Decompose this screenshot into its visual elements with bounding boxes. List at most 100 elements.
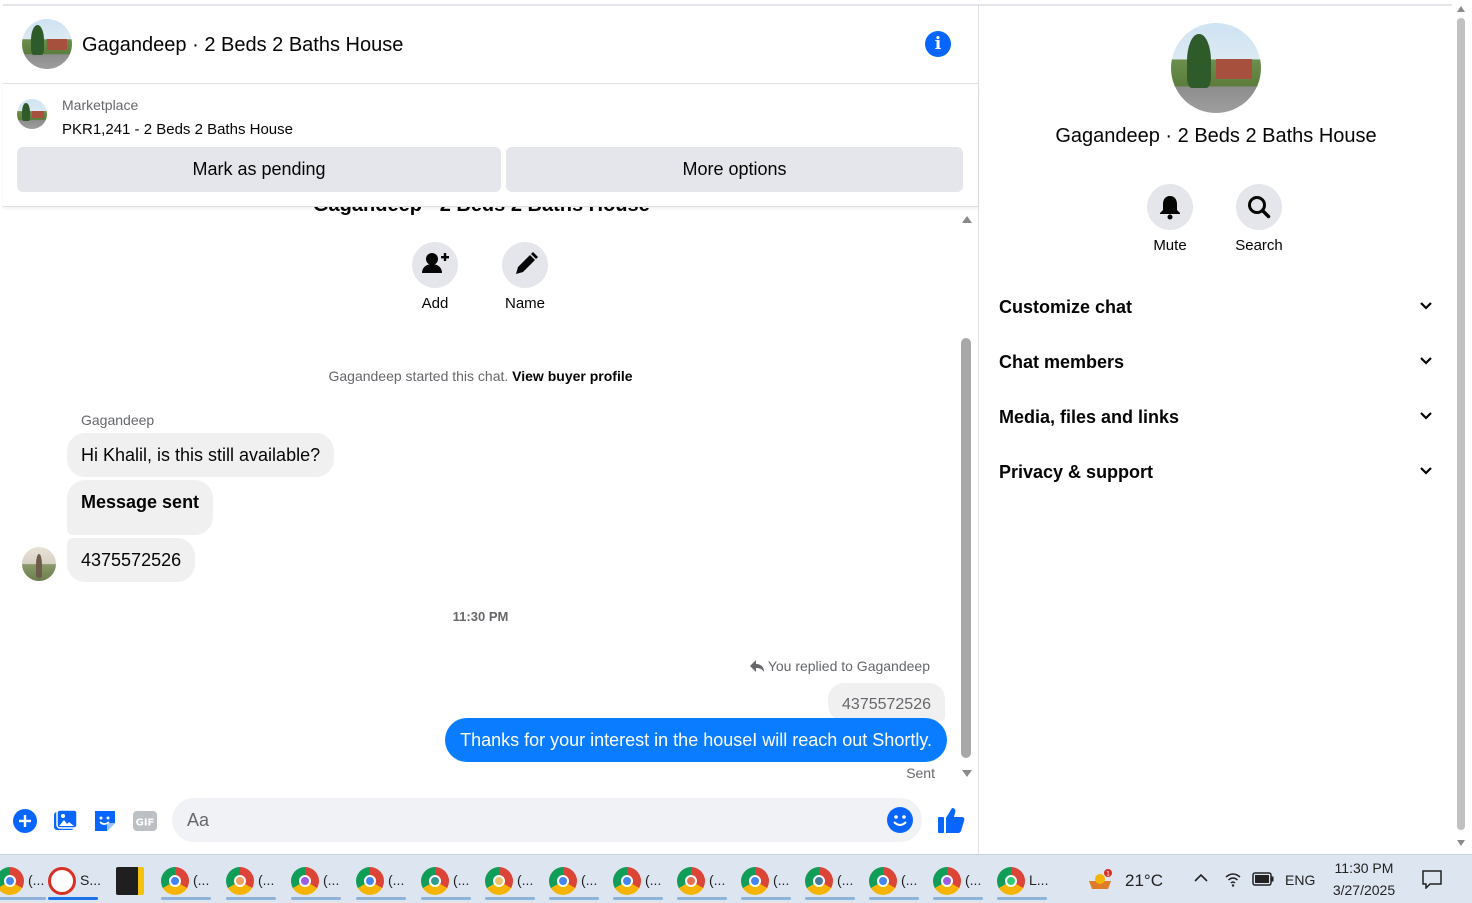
section-label: Privacy & support [999,462,1154,482]
smile-icon [893,815,907,826]
mute-button[interactable] [1147,184,1193,230]
scroll-down-arrow-icon[interactable] [1457,840,1465,846]
language-indicator[interactable]: ENG [1285,872,1315,888]
taskbar-app[interactable]: (... [545,860,607,900]
taskbar-app-label: (... [773,872,790,888]
outgoing-message[interactable]: Thanks for your interest in the houseI w… [445,718,947,762]
taskbar-app-label: S... [80,872,102,888]
incoming-message[interactable]: Hi Khalil, is this still available? [67,433,335,477]
taskbar-app[interactable]: (... [609,860,671,900]
mark-as-pending-button[interactable]: Mark as pending [17,147,501,192]
chrome-icon [0,867,24,895]
message-list[interactable]: Gagandeep · 2 Beds 2 Baths House Add Nam… [3,207,978,792]
taskbar-app-label: (... [517,872,534,888]
taskbar-app[interactable]: (... [287,860,349,900]
chrome-icon [356,867,384,895]
scroll-up-arrow-icon[interactable] [962,216,972,223]
chevron-down-icon [1420,357,1432,365]
section-label: Customize chat [999,297,1133,317]
profile-avatar[interactable] [1171,23,1261,113]
taskbar-app[interactable]: S... [44,860,106,900]
incoming-message[interactable]: Message sent [67,480,214,535]
time-divider: 11:30 PM [452,609,509,624]
scroll-up-arrow-icon[interactable] [1457,6,1465,12]
taskbar-app-label: (... [388,872,405,888]
taskbar-app[interactable]: (... [865,860,927,900]
taskbar-app-label: (... [645,872,662,888]
section-media-files-links[interactable]: Media, files and links [999,397,1439,437]
plus-circle-icon[interactable] [12,808,38,834]
listing-source: Marketplace [62,97,139,113]
thumbs-up-icon[interactable] [936,805,966,835]
taskbar-app[interactable]: (... [737,860,799,900]
scroll-thumb[interactable] [1457,18,1465,830]
add-person-icon [422,253,449,273]
edit-name-button[interactable] [502,242,548,288]
scroll-thumb[interactable] [961,338,971,758]
section-customize-chat[interactable]: Customize chat [999,287,1439,327]
listing-thumbnail[interactable] [17,99,47,129]
weather-temperature[interactable]: 21°C [1125,871,1163,891]
chat-title[interactable]: Gagandeep · 2 Beds 2 Baths House [82,34,403,57]
taskbar-app-label: (... [258,872,275,888]
chat-started-note: Gagandeep started this chat. View buyer … [3,368,958,384]
add-people-button[interactable] [412,242,458,288]
svg-text:1: 1 [1106,871,1110,878]
taskbar-app[interactable]: (... [801,860,863,900]
emoji-icon[interactable] [887,807,913,833]
taskbar-app[interactable]: (... [673,860,735,900]
listing-price-title[interactable]: PKR1,241 - 2 Beds 2 Baths House [62,121,293,138]
chrome-icon [613,867,641,895]
section-label: Media, files and links [999,407,1180,427]
clock-time[interactable]: 11:30 PM [1320,860,1408,876]
taskbar-app[interactable]: (... [481,860,543,900]
chrome-icon [421,867,449,895]
chrome-icon [997,867,1025,895]
scroll-down-arrow-icon[interactable] [962,770,972,777]
taskbar-app[interactable]: L... [993,860,1055,900]
sticky-notes-icon [116,867,144,895]
taskbar-app[interactable]: (... [929,860,991,900]
page-scrollbar[interactable] [1454,0,1468,854]
incoming-message[interactable]: 4375572526 [67,538,196,582]
reply-note-text: You replied to Gagandeep [767,658,930,674]
message-scrollbar[interactable] [961,216,972,779]
message-input[interactable] [172,798,922,842]
search-label: Search [1235,237,1283,254]
info-icon[interactable]: i [925,31,951,57]
chrome-icon [933,867,961,895]
gif-icon[interactable]: GIF [132,808,158,834]
sender-name: Gagandeep [81,412,155,428]
taskbar-app-label: L... [1029,872,1049,888]
section-privacy-support[interactable]: Privacy & support [999,452,1439,492]
bell-icon [1160,196,1180,220]
clock-date[interactable]: 3/27/2025 [1320,882,1408,898]
taskbar-app[interactable]: (... [157,860,219,900]
section-chat-members[interactable]: Chat members [999,342,1439,382]
weather-icon[interactable]: 1 [1087,869,1113,891]
taskbar-app[interactable]: (... [222,860,284,900]
started-text: Gagandeep started this chat. [328,368,509,384]
wifi-icon[interactable] [1224,870,1242,888]
sticker-icon[interactable] [92,808,118,834]
notification-icon[interactable] [1421,869,1443,889]
composer: GIF [3,792,978,852]
sender-avatar[interactable] [22,547,56,581]
chevron-up-icon[interactable] [1193,870,1209,886]
quoted-message[interactable]: 4375572526 [828,683,945,721]
photo-icon[interactable] [52,808,78,834]
battery-icon[interactable] [1252,872,1274,886]
taskbar-app-label: (... [709,872,726,888]
taskbar-app[interactable]: (... [417,860,479,900]
snipping-tool-icon [48,867,76,895]
chrome-icon [677,867,705,895]
reply-icon [749,660,764,672]
taskbar-app-label: (... [581,872,598,888]
search-button[interactable] [1236,184,1282,230]
chrome-icon [485,867,513,895]
more-options-button[interactable]: More options [506,147,963,192]
view-buyer-profile-link[interactable]: View buyer profile [512,368,632,384]
chat-avatar[interactable] [22,19,72,69]
taskbar-app-label: (... [901,872,918,888]
taskbar-app[interactable]: (... [352,860,414,900]
